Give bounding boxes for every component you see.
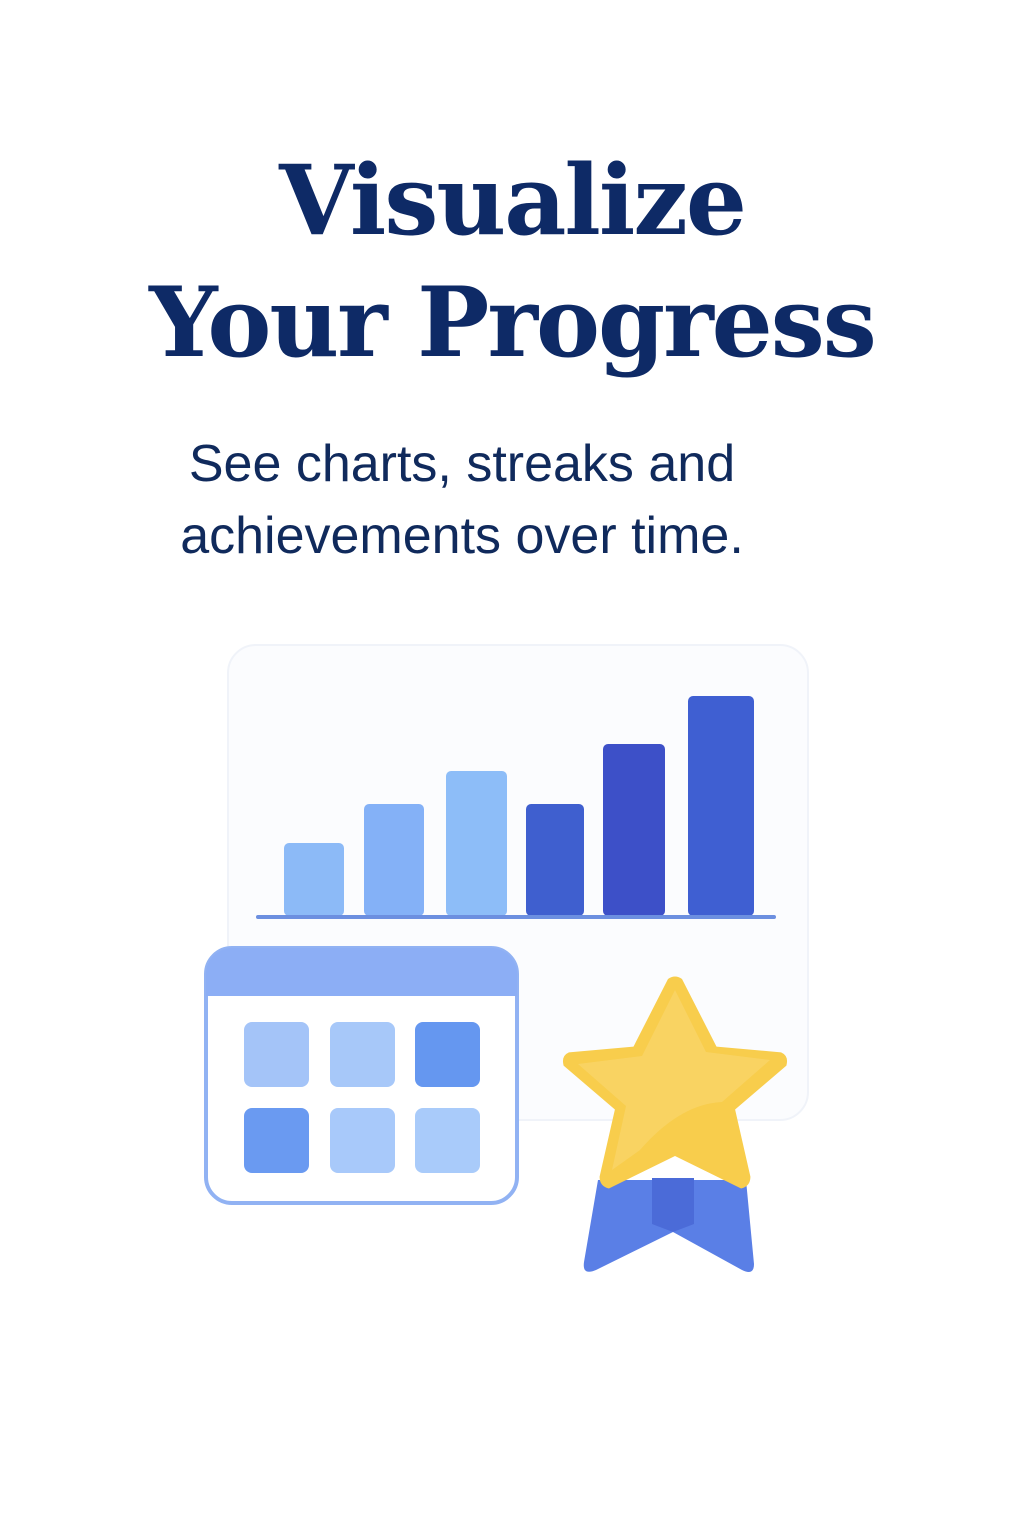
ribbon-fold <box>652 1178 694 1232</box>
chart-bar <box>446 771 507 916</box>
chart-bar <box>364 804 424 916</box>
chart-bar <box>688 696 754 916</box>
calendar-cell <box>244 1022 309 1087</box>
calendar-cell <box>330 1108 395 1173</box>
chart-bar <box>603 744 665 916</box>
calendar-cell <box>244 1108 309 1173</box>
calendar-icon <box>204 946 519 1205</box>
onboarding-screen: Visualize Your Progress See charts, stre… <box>0 0 1024 1536</box>
chart-bar <box>284 843 344 916</box>
calendar-cell <box>415 1022 480 1087</box>
calendar-cell <box>415 1108 480 1173</box>
calendar-cell <box>330 1022 395 1087</box>
chart-bar <box>526 804 584 916</box>
chart-axis <box>256 915 776 919</box>
progress-illustration <box>204 644 809 1272</box>
calendar-header <box>206 948 517 996</box>
